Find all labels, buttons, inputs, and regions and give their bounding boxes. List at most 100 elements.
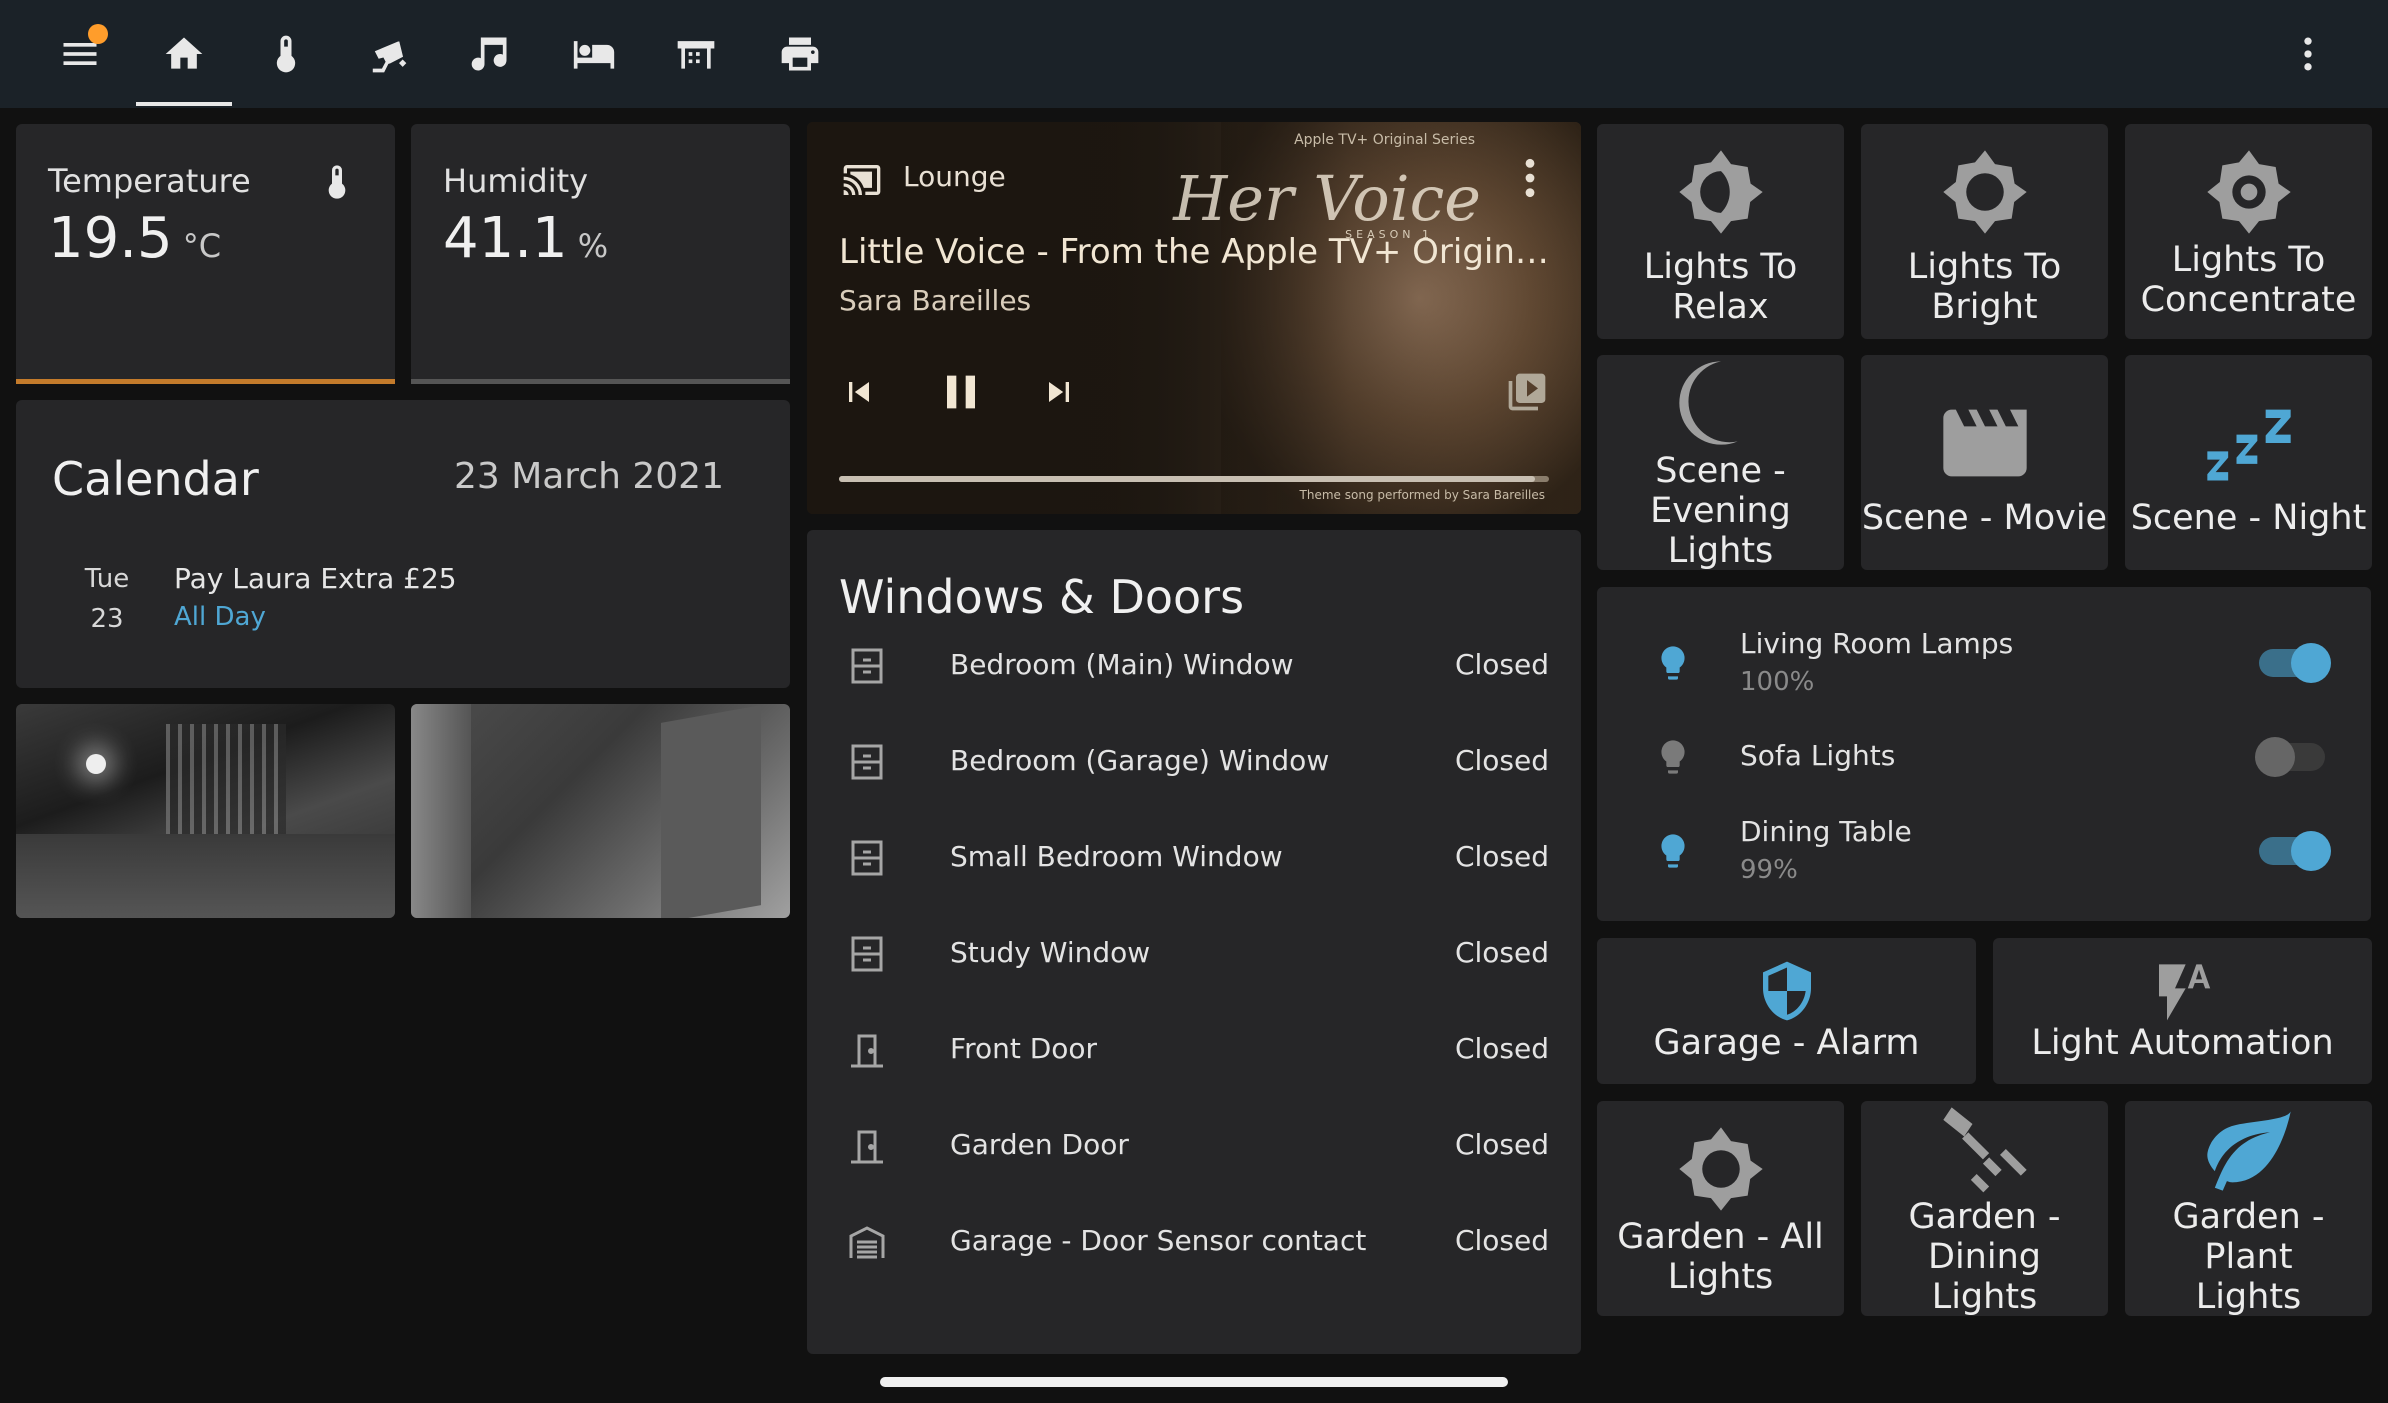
toggle-knob — [2291, 643, 2331, 683]
button-label-line-2: Concentrate — [2140, 279, 2357, 320]
humidity-sensor-card[interactable]: Humidity 41.1% — [411, 124, 790, 384]
scene-movie-button[interactable]: Scene - Movie — [1861, 355, 2108, 570]
art-title: Her Voice — [1173, 162, 1481, 235]
camera-gate-shape — [166, 724, 286, 834]
media-more-icon[interactable] — [1523, 156, 1537, 200]
skip-next-icon[interactable] — [1039, 372, 1079, 412]
thermometer-icon[interactable] — [254, 22, 318, 86]
sensor-name: Temperature — [48, 162, 251, 200]
light-brightness: 100% — [1740, 667, 1815, 697]
home-indicator[interactable] — [880, 1377, 1508, 1387]
windows-doors-row[interactable]: Garage - Door Sensor contact Closed — [807, 1192, 1581, 1288]
windows-doors-row[interactable]: Small Bedroom Window Closed — [807, 808, 1581, 904]
art-credit: Theme song performed by Sara Bareilles — [1299, 488, 1545, 502]
windows-doors-row[interactable]: Front Door Closed — [807, 1000, 1581, 1096]
camera-wall-shape — [411, 704, 471, 918]
button-label-line-1: Garden - Dining — [1908, 1196, 2061, 1277]
button-label: Scene - Night — [2130, 497, 2367, 538]
button-label-line-1: Garden - Plant — [2172, 1196, 2325, 1277]
garden-dining-lights-button[interactable]: Garden - Dining Lights — [1861, 1101, 2108, 1317]
spotlight-beam-icon — [1935, 1101, 2035, 1197]
flash-auto-icon — [2151, 959, 2215, 1023]
sensor-name: Garden Door — [950, 1128, 1129, 1161]
windows-doors-row[interactable]: Garden Door Closed — [807, 1096, 1581, 1192]
lights-to-bright-button[interactable]: Lights To Bright — [1861, 124, 2108, 339]
button-label: Lights To Bright — [1907, 246, 2062, 327]
event-title[interactable]: Pay Laura Extra £25 — [174, 562, 457, 595]
sensor-graph-bar — [411, 379, 790, 384]
home-icon[interactable] — [152, 22, 216, 86]
button-label-line-2: Lights — [1931, 1276, 2038, 1317]
window-sensor-icon — [847, 742, 887, 782]
sensor-state: Closed — [1454, 840, 1549, 873]
lights-entities-card: Living Room Lamps 100% Sofa Lights Dining T… — [1597, 587, 2371, 921]
lights-to-relax-button[interactable]: Lights To Relax — [1597, 124, 1844, 339]
media-progress-bar[interactable] — [839, 476, 1549, 482]
lights-to-concentrate-button[interactable]: Lights To Concentrate — [2125, 124, 2372, 339]
brightness-half-icon — [1671, 137, 1771, 247]
leaf-icon — [2199, 1101, 2299, 1197]
button-label: Garage - Alarm — [1653, 1023, 1920, 1063]
camera-feed-driveway[interactable] — [16, 704, 395, 918]
toggle-knob — [2255, 737, 2295, 777]
pause-icon[interactable] — [933, 362, 989, 422]
event-day: 23 — [90, 604, 124, 634]
windows-doors-row[interactable]: Bedroom (Main) Window Closed — [807, 616, 1581, 712]
windows-doors-row[interactable]: Bedroom (Garage) Window Closed — [807, 712, 1581, 808]
sensor-state: Closed — [1454, 936, 1549, 969]
sensor-value: 19.5 °C — [48, 206, 221, 271]
sensor-state: Closed — [1454, 1032, 1549, 1065]
temperature-value: 19.5 — [48, 206, 173, 271]
scene-night-button[interactable]: Scene - Night — [2125, 355, 2372, 570]
window-sensor-icon — [847, 934, 887, 974]
toggle-knob — [2291, 831, 2331, 871]
sensor-state: Closed — [1454, 1128, 1549, 1161]
cctv-icon[interactable] — [356, 22, 420, 86]
light-automation-button[interactable]: Light Automation — [1993, 938, 2372, 1084]
bed-icon[interactable] — [562, 22, 626, 86]
sensor-name: Bedroom (Main) Window — [950, 648, 1294, 681]
sources-icon[interactable] — [1505, 370, 1549, 414]
media-player-card[interactable]: Apple TV+ Original Series Her Voice SEAS… — [807, 122, 1581, 514]
window-sensor-icon — [847, 838, 887, 878]
light-toggle[interactable] — [2259, 643, 2331, 683]
top-app-bar — [0, 0, 2388, 108]
printer-icon[interactable] — [768, 22, 832, 86]
media-progress-fill — [839, 476, 1535, 482]
sensor-name: Bedroom (Garage) Window — [950, 744, 1330, 777]
lightbulb-icon[interactable] — [1653, 831, 1693, 871]
door-sensor-icon — [847, 1126, 887, 1166]
more-vertical-icon[interactable] — [2276, 22, 2340, 86]
windows-doors-row[interactable]: Study Window Closed — [807, 904, 1581, 1000]
window-sensor-icon — [847, 646, 887, 686]
garage-alarm-button[interactable]: Garage - Alarm — [1597, 938, 1976, 1084]
temperature-unit: °C — [182, 227, 222, 265]
active-tab-indicator — [136, 102, 232, 106]
music-icon[interactable] — [458, 22, 522, 86]
button-label-line-1: Lights To — [2171, 239, 2326, 280]
scene-evening-lights-button[interactable]: Scene - Evening Lights — [1597, 355, 1844, 571]
light-toggle[interactable] — [2259, 831, 2331, 871]
light-name: Living Room Lamps — [1740, 627, 2014, 660]
button-label: Lights To Relax — [1643, 246, 1798, 327]
thermometer-icon — [317, 158, 357, 206]
humidity-value: 41.1 — [443, 206, 568, 271]
light-toggle[interactable] — [2255, 737, 2331, 777]
button-label-line-2: Lights — [1667, 530, 1774, 571]
button-label-line-1: Scene - Evening — [1650, 450, 1791, 531]
movie-clapper-icon — [1935, 388, 2035, 498]
camera-light-glare — [86, 754, 106, 774]
camera-feed-garden[interactable] — [411, 704, 790, 918]
garden-all-lights-button[interactable]: Garden - All Lights — [1597, 1101, 1844, 1316]
skip-previous-icon[interactable] — [839, 372, 879, 412]
temperature-sensor-card[interactable]: Temperature 19.5 °C — [16, 124, 395, 384]
moon-icon — [1671, 355, 1771, 451]
sensor-name: Study Window — [950, 936, 1151, 969]
garden-plant-lights-button[interactable]: Garden - Plant Lights — [2125, 1101, 2372, 1317]
lightbulb-icon[interactable] — [1653, 737, 1693, 777]
brightness-icon — [1935, 137, 2035, 247]
lightbulb-icon[interactable] — [1653, 643, 1693, 683]
brightness-icon — [1671, 1121, 1771, 1217]
shield-icon — [1755, 959, 1819, 1023]
garage-icon[interactable] — [664, 22, 728, 86]
